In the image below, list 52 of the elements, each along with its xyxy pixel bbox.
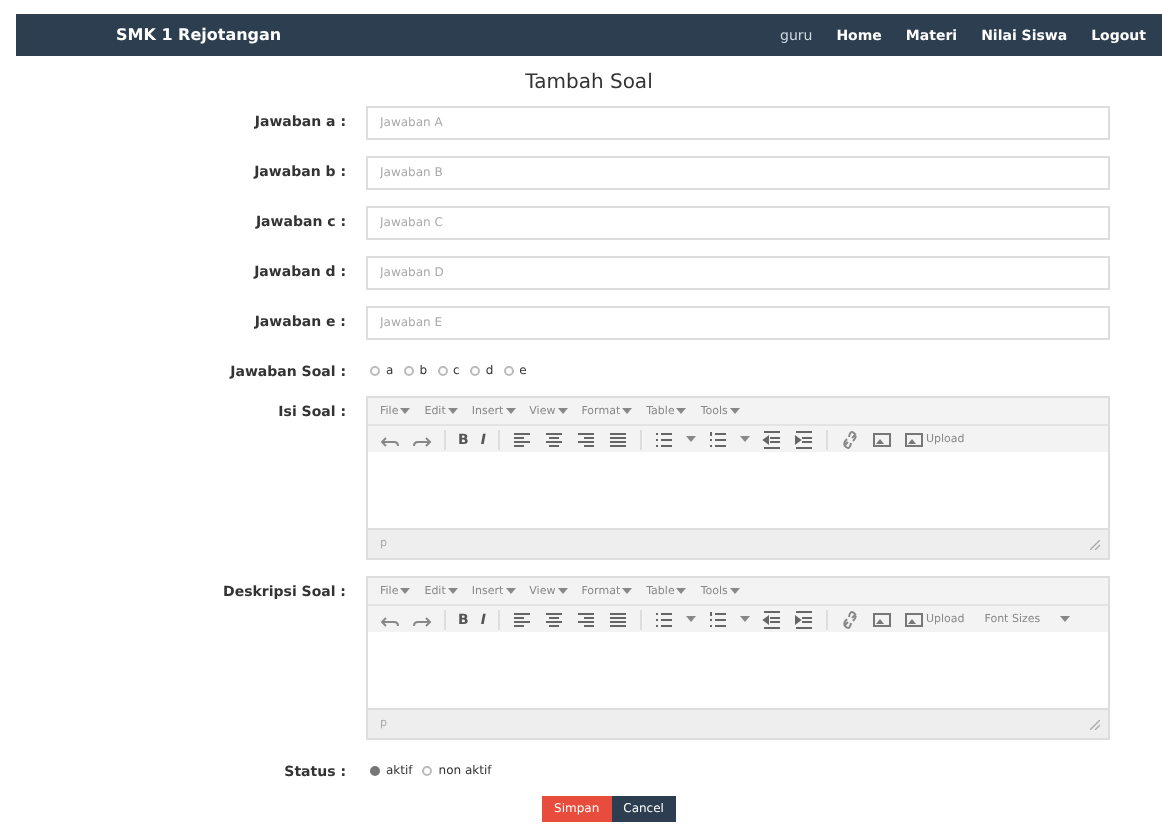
indent-icon[interactable]: [793, 429, 814, 449]
image-icon[interactable]: [871, 609, 892, 629]
caret-icon[interactable]: [729, 408, 740, 414]
caret-icon[interactable]: [447, 408, 458, 414]
align-justify-icon[interactable]: [607, 429, 628, 449]
outdent-icon[interactable]: [761, 429, 782, 449]
numbered-list-icon[interactable]: [707, 609, 728, 629]
brand-link[interactable]: SMK 1 Rejotangan: [116, 26, 282, 44]
caret-icon[interactable]: [505, 408, 516, 414]
caret-icon[interactable]: [676, 588, 687, 594]
image-icon[interactable]: [903, 609, 924, 629]
radio-button[interactable]: [503, 366, 514, 376]
caret-icon[interactable]: [557, 408, 568, 414]
align-right-icon[interactable]: [575, 609, 596, 629]
numbered-list-icon[interactable]: [707, 429, 728, 449]
bullet-list-icon[interactable]: [653, 609, 674, 629]
align-center-icon[interactable]: [543, 429, 564, 449]
align-left-icon[interactable]: [511, 429, 532, 449]
radio-button[interactable]: [403, 366, 414, 376]
caret-icon[interactable]: [622, 408, 633, 414]
radio-button[interactable]: [370, 366, 380, 376]
link-icon[interactable]: [839, 429, 860, 449]
caret-icon[interactable]: [400, 408, 411, 414]
caret-icon[interactable]: [676, 408, 687, 414]
caret-icon[interactable]: [685, 616, 696, 622]
radio-button[interactable]: [437, 366, 447, 376]
caret-icon[interactable]: [505, 588, 516, 594]
caret-icon[interactable]: [685, 436, 696, 442]
image-icon[interactable]: [903, 429, 924, 449]
caret-icon[interactable]: [739, 616, 750, 622]
caret-icon[interactable]: [557, 588, 568, 594]
indent-icon[interactable]: [793, 609, 814, 629]
align-left-icon[interactable]: [511, 609, 532, 629]
outdent-icon[interactable]: [761, 609, 782, 629]
link-icon[interactable]: [839, 609, 860, 629]
caret-icon[interactable]: [729, 588, 740, 594]
align-justify-icon[interactable]: [607, 609, 628, 629]
bullet-list-icon[interactable]: [653, 429, 674, 449]
caret-icon[interactable]: [739, 436, 750, 442]
resize-grip-icon[interactable]: [1090, 539, 1100, 549]
align-right-icon[interactable]: [575, 429, 596, 449]
resize-grip-icon[interactable]: [1090, 719, 1100, 729]
radio-button[interactable]: [422, 766, 433, 776]
image-icon[interactable]: [871, 429, 892, 449]
radio-button[interactable]: [370, 766, 380, 776]
caret-icon[interactable]: [447, 588, 458, 594]
align-center-icon[interactable]: [543, 609, 564, 629]
page-title: Tambah Soal: [523, 72, 655, 94]
caret-icon[interactable]: [1060, 616, 1071, 622]
caret-icon[interactable]: [622, 588, 633, 594]
caret-icon[interactable]: [400, 588, 411, 594]
radio-button[interactable]: [469, 366, 480, 376]
